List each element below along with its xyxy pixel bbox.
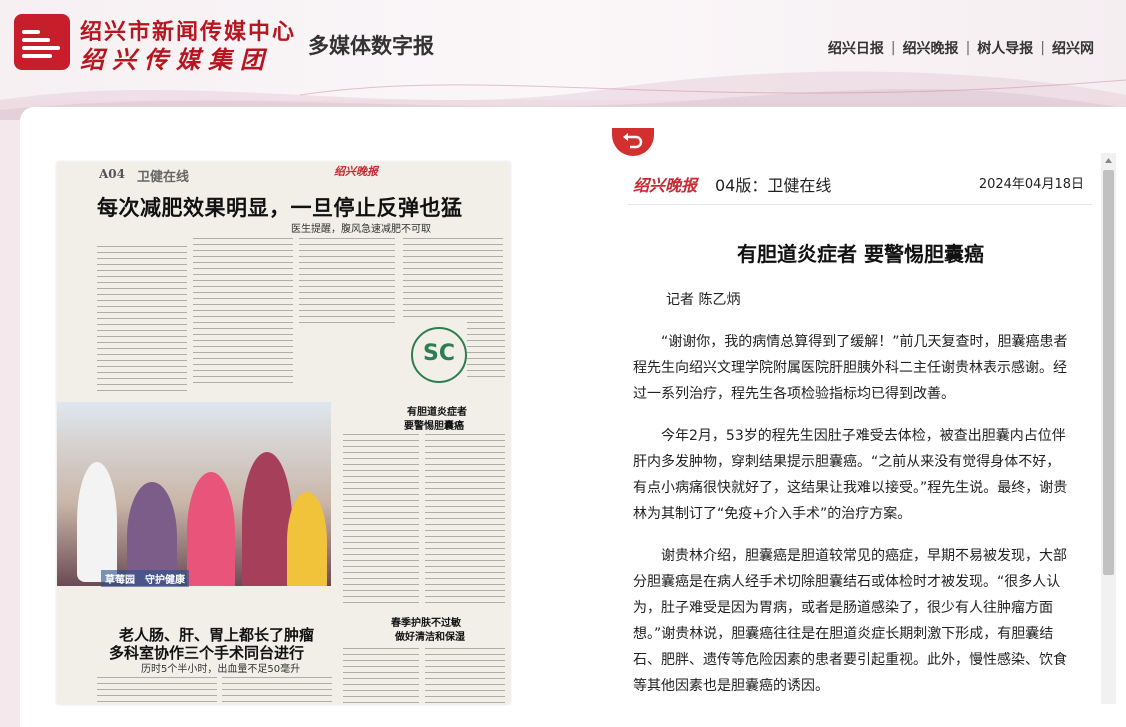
divider bbox=[628, 204, 1092, 205]
group-name: 绍兴传媒集团 bbox=[80, 45, 272, 74]
paper-text-block[interactable] bbox=[222, 677, 332, 704]
product-name: 多媒体数字报 bbox=[308, 34, 434, 58]
paper-text-block[interactable] bbox=[403, 238, 503, 318]
article-title: 有胆道炎症者 要警惕胆囊癌 bbox=[737, 242, 984, 266]
newspaper-page-image[interactable]: A04 卫健在线 绍兴晚报 每次减肥效果明显，一旦停止反弹也猛 医生提醒，腹风急… bbox=[57, 162, 510, 704]
site-header: 绍兴市新闻传媒中心 绍兴传媒集团 多媒体数字报 绍兴日报 | 绍兴晚报 | 树人… bbox=[0, 0, 1126, 120]
article-byline: 记者 陈乙炳 bbox=[666, 292, 741, 308]
article-page-label[interactable]: 04版：卫健在线 bbox=[715, 172, 831, 196]
article-paragraph: 今年2月，53岁的程先生因肚子难受去体检，被查出胆囊内占位伴肝内多发肿物，穿刺结… bbox=[633, 428, 1068, 522]
nav-separator: | bbox=[890, 40, 896, 56]
article-body: “谢谢你，我的病情总算得到了缓解！”前几天复查时，胆囊癌患者程先生向绍兴文理学院… bbox=[633, 329, 1073, 715]
scrollbar-thumb[interactable] bbox=[1103, 170, 1114, 575]
paper-text-block[interactable] bbox=[343, 648, 419, 704]
paper-text-block[interactable] bbox=[425, 434, 505, 604]
group-logo-icon[interactable] bbox=[14, 14, 70, 70]
paper-mini-title[interactable]: 有胆道炎症者 bbox=[407, 403, 467, 418]
nav-separator: | bbox=[1040, 40, 1045, 56]
paper-subhead-2: 历时5个半小时，出血量不足50毫升 bbox=[141, 664, 301, 675]
paper-text-block[interactable] bbox=[425, 648, 505, 704]
paper-mini-title[interactable]: 春季护肤不过敏 bbox=[391, 614, 461, 629]
back-arrow-icon bbox=[623, 133, 643, 149]
paper-photo-caption: 草莓园 守护健康 bbox=[101, 570, 189, 587]
article-masthead: 绍兴晚报 bbox=[633, 176, 698, 195]
paper-text-block[interactable] bbox=[467, 322, 505, 382]
paper-headline[interactable]: 每次减肥效果明显，一旦停止反弹也猛 bbox=[97, 192, 463, 222]
paper-text-block[interactable] bbox=[343, 434, 419, 604]
nav-shaoxing-daily[interactable]: 绍兴日报 bbox=[828, 38, 884, 58]
nav-shaoxing-net[interactable]: 绍兴网 bbox=[1052, 38, 1094, 58]
paper-section-name: 卫健在线 bbox=[137, 170, 190, 185]
top-nav: 绍兴日报 | 绍兴晚报 | 树人导报 | 绍兴网 bbox=[828, 38, 1094, 58]
paper-subhead: 医生提醒，腹风急速减肥不可取 bbox=[291, 224, 431, 235]
nav-separator: | bbox=[965, 40, 971, 56]
article-header: 绍兴晚报 04版：卫健在线 2024年04月18日 bbox=[633, 170, 1088, 200]
paper-text-block[interactable] bbox=[97, 677, 217, 704]
paper-text-block[interactable] bbox=[193, 238, 293, 388]
article-paragraph: “谢谢你，我的病情总算得到了缓解！”前几天复查时，胆囊癌患者程先生向绍兴文理学院… bbox=[633, 334, 1068, 402]
nav-shaoxing-evening[interactable]: 绍兴晚报 bbox=[903, 38, 959, 58]
paper-mini-title[interactable]: 要警惕胆囊癌 bbox=[404, 417, 464, 432]
paper-masthead: 绍兴晚报 bbox=[334, 165, 378, 178]
article-date: 2024年04月18日 bbox=[978, 177, 1084, 192]
scroll-up-icon[interactable] bbox=[1101, 153, 1116, 168]
article-paragraph: 谢贵林介绍，胆囊癌是胆道较常见的癌症，早期不易被发现，大部分胆囊癌是在病人经手术… bbox=[633, 548, 1067, 694]
paper-text-block[interactable] bbox=[299, 238, 395, 328]
paper-seal-logo-icon: SC bbox=[411, 327, 467, 383]
paper-photo[interactable] bbox=[57, 402, 331, 586]
nav-shuren-guide[interactable]: 树人导报 bbox=[977, 38, 1033, 58]
paper-page-number: A04 bbox=[99, 167, 126, 181]
paper-text-block[interactable] bbox=[97, 246, 187, 396]
paper-mini-title[interactable]: 做好清洁和保湿 bbox=[395, 628, 465, 643]
